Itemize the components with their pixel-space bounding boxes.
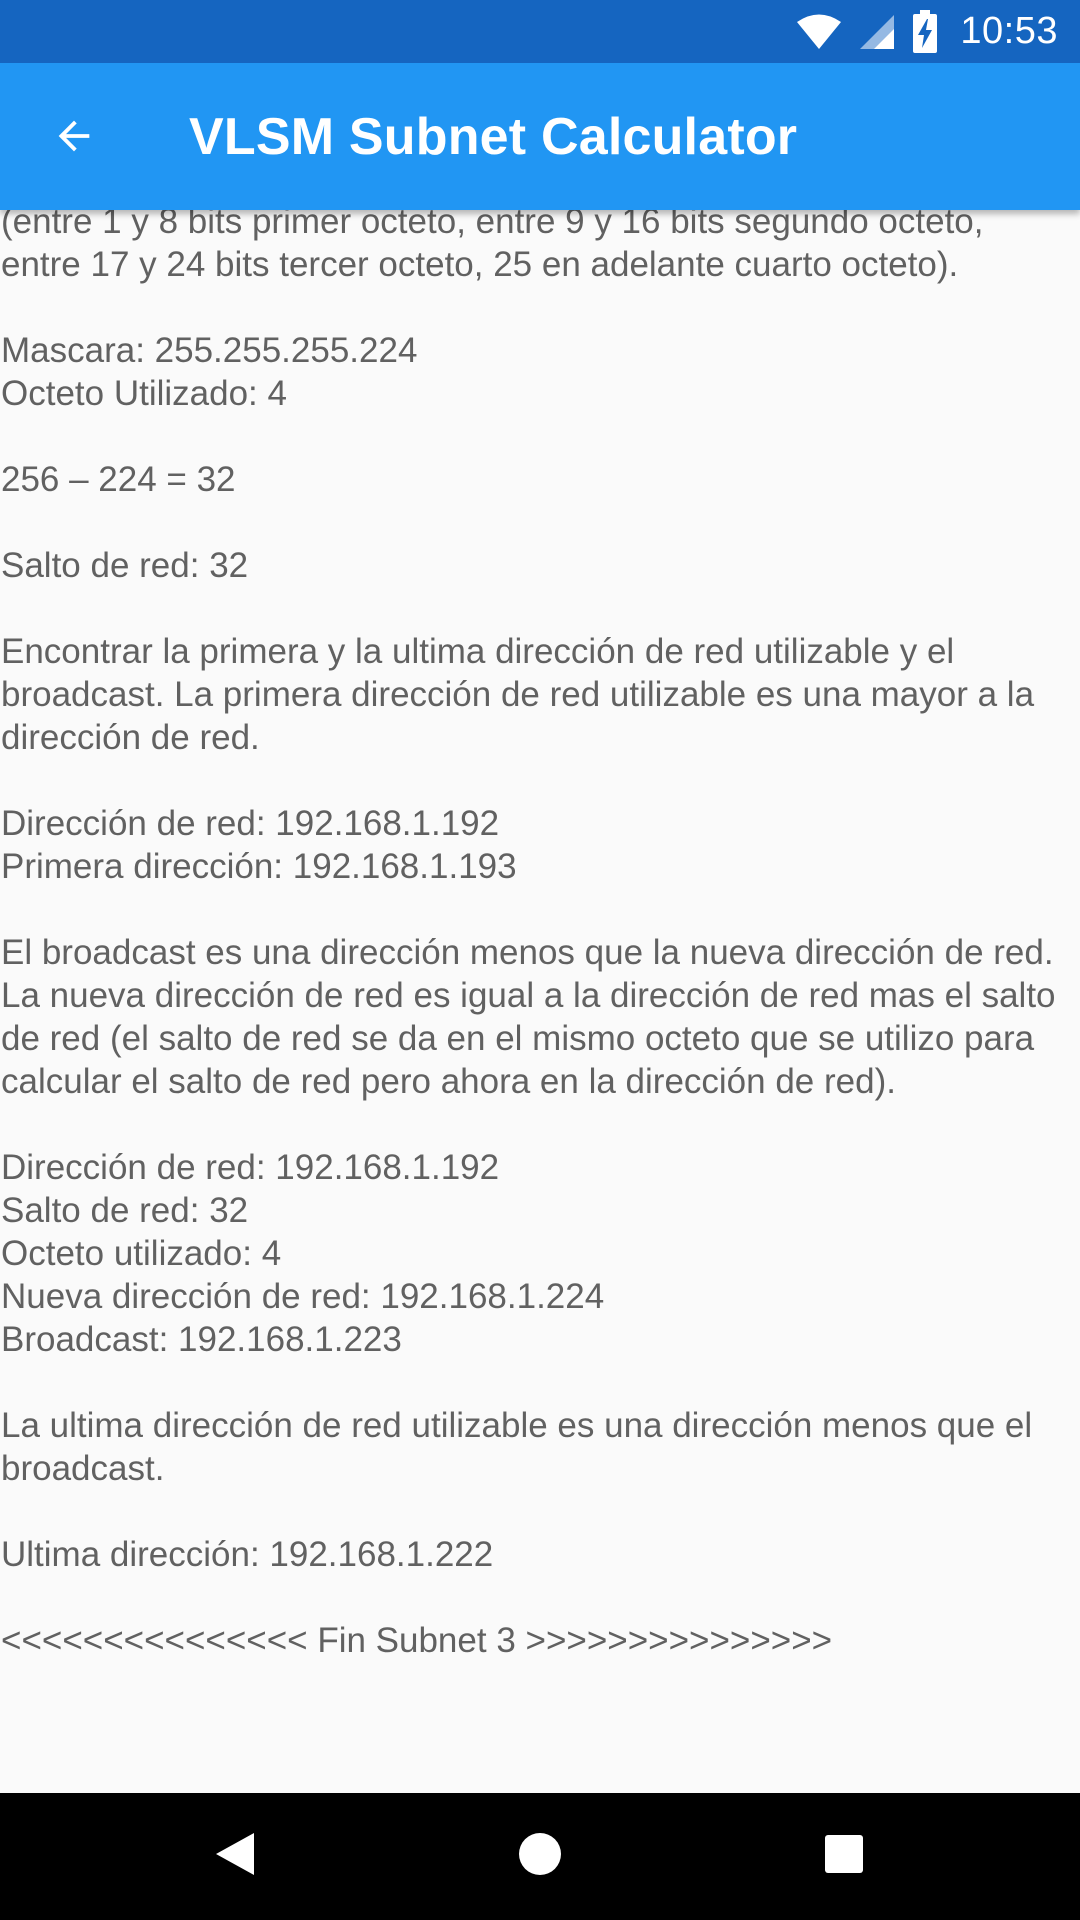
navigation-bar [0,1793,1080,1920]
app-bar: VLSM Subnet Calculator [0,63,1080,210]
status-icons: 10:53 [796,0,1058,63]
status-time: 10:53 [960,10,1058,52]
nav-home-button[interactable] [480,1793,600,1920]
back-button[interactable] [34,103,114,173]
subnet-explanation-text: (entre 1 y 8 bits primer octeto, entre 9… [1,202,1056,1660]
content-scroll-area[interactable]: (entre 1 y 8 bits primer octeto, entre 9… [0,200,1080,1793]
cell-signal-icon [858,13,896,51]
recents-square-icon [824,1834,864,1879]
nav-recents-button[interactable] [784,1793,904,1920]
home-circle-icon [518,1832,562,1881]
app-title: VLSM Subnet Calculator [189,107,798,166]
nav-back-button[interactable] [175,1793,295,1920]
battery-charging-icon [912,9,938,54]
back-triangle-icon [214,1831,256,1882]
wifi-icon [796,13,842,51]
arrow-back-icon [51,113,97,164]
status-bar: 10:53 [0,0,1080,63]
